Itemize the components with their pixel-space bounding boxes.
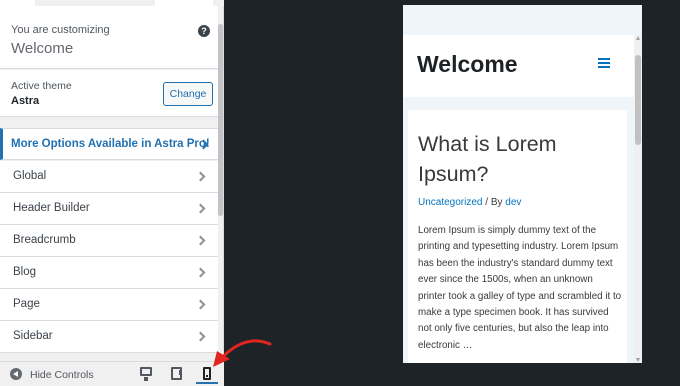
change-theme-button[interactable]: Change xyxy=(163,82,213,106)
section-breadcrumb[interactable]: Breadcrumb xyxy=(0,225,218,257)
help-icon[interactable]: ? xyxy=(198,25,210,37)
post-title[interactable]: What is Lorem Ipsum? xyxy=(418,129,618,189)
section-blog[interactable]: Blog xyxy=(0,257,218,289)
post-excerpt: Lorem Ipsum is simply dummy text of the … xyxy=(418,225,622,351)
section-label: Page xyxy=(13,298,40,310)
section-label: Sidebar xyxy=(13,330,53,342)
chevron-right-icon xyxy=(195,235,206,246)
astra-pro-banner[interactable]: More Options Available in Astra Pro! xyxy=(0,128,218,160)
scroll-up-icon[interactable] xyxy=(636,36,640,40)
preview-top-bar xyxy=(403,5,642,35)
preview-scrollbar[interactable] xyxy=(634,35,642,363)
preview-scroll-thumb[interactable] xyxy=(635,55,641,145)
section-sidebar[interactable]: Sidebar xyxy=(0,321,218,353)
tablet-preview-icon[interactable] xyxy=(171,367,182,380)
section-page[interactable]: Page xyxy=(0,289,218,321)
section-header-builder[interactable]: Header Builder xyxy=(0,193,218,225)
chevron-right-icon xyxy=(195,267,206,278)
customizing-label: You are customizing xyxy=(11,24,110,36)
post-category-link[interactable]: Uncategorized xyxy=(418,197,482,208)
chevron-right-icon xyxy=(195,203,206,214)
astra-pro-banner-label: More Options Available in Astra Pro! xyxy=(11,138,210,150)
scroll-down-icon[interactable] xyxy=(636,358,640,362)
post-meta: Uncategorized / By dev xyxy=(418,197,521,208)
active-theme-panel: Active theme Astra Change xyxy=(0,70,218,117)
desktop-preview-icon[interactable] xyxy=(140,367,152,381)
section-label: Breadcrumb xyxy=(13,234,76,246)
customizing-info: You are customizing Welcome ? xyxy=(0,6,218,69)
sidebar-scrollbar[interactable] xyxy=(218,24,223,216)
collapse-arrow-icon[interactable] xyxy=(10,368,22,380)
customizer-footer: Hide Controls xyxy=(0,361,224,386)
active-theme-label: Active theme xyxy=(11,80,72,92)
preview-site-title[interactable]: Welcome xyxy=(417,51,518,78)
preview-post-card: What is Lorem Ipsum? Uncategorized / By … xyxy=(408,110,627,363)
hide-controls-button[interactable]: Hide Controls xyxy=(30,369,94,381)
customizing-site-title: Welcome xyxy=(11,40,74,57)
post-author-link[interactable]: dev xyxy=(505,197,521,208)
section-label: Header Builder xyxy=(13,202,90,214)
section-label: Blog xyxy=(13,266,37,278)
section-label: Global xyxy=(13,170,47,182)
mobile-preview-icon[interactable] xyxy=(203,367,211,380)
preview-site-header: Welcome xyxy=(403,35,634,97)
theme-name: Astra xyxy=(11,95,40,107)
chevron-right-icon xyxy=(195,299,206,310)
post-meta-separator: / By xyxy=(482,197,506,208)
mobile-preview-frame: Welcome What is Lorem Ipsum? Uncategoriz… xyxy=(403,5,642,363)
section-list: Global Header Builder Breadcrumb Blog Pa… xyxy=(0,161,218,353)
chevron-right-icon xyxy=(195,171,206,182)
chevron-right-icon xyxy=(195,331,206,342)
hamburger-menu-icon[interactable] xyxy=(598,58,610,68)
customizer-sidebar: You are customizing Welcome ? Active the… xyxy=(0,0,224,386)
section-global[interactable]: Global xyxy=(0,161,218,193)
